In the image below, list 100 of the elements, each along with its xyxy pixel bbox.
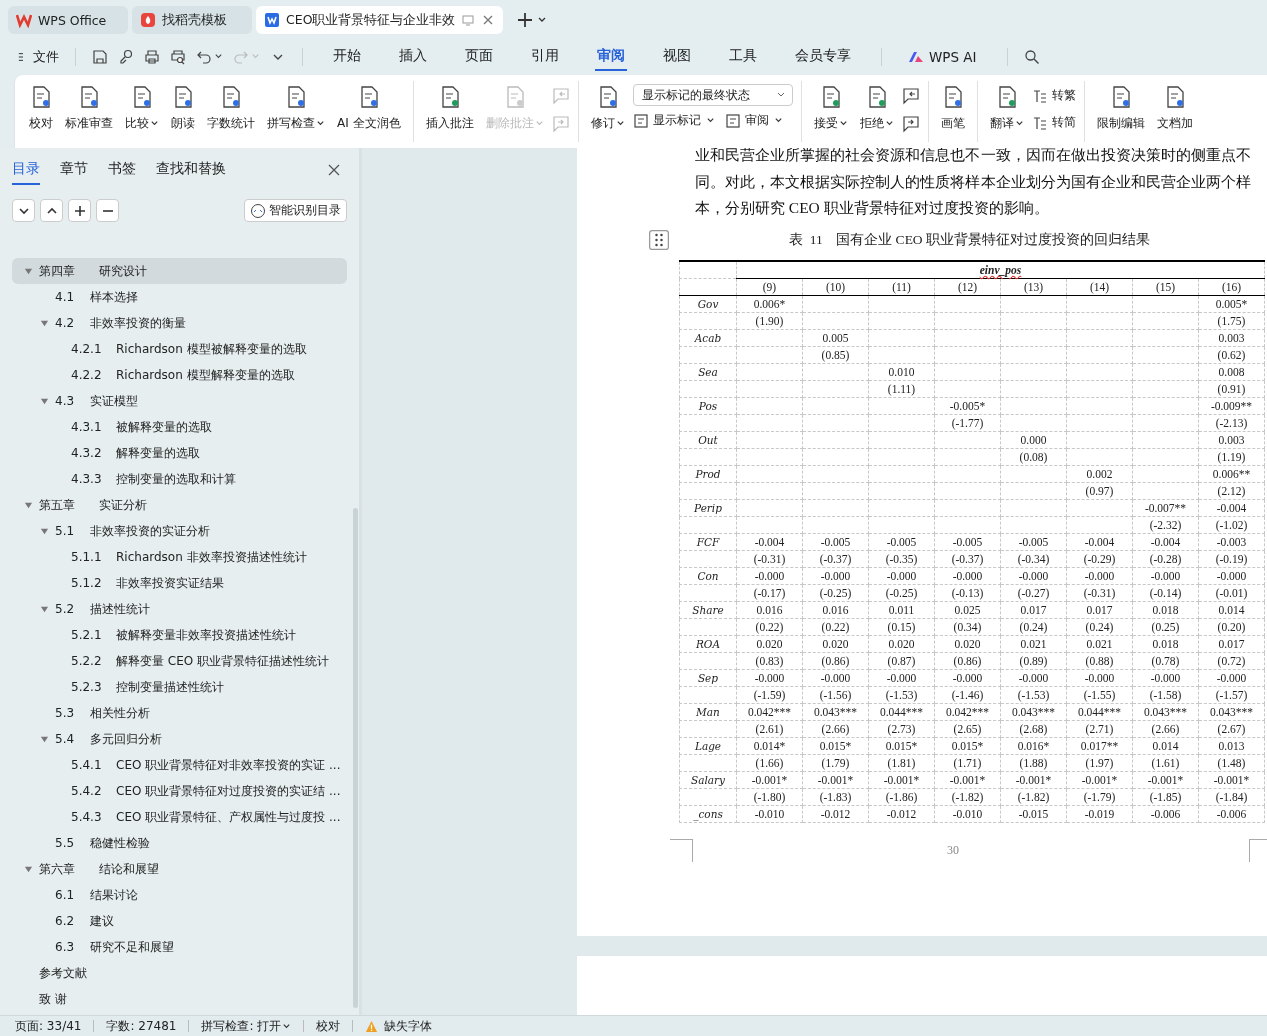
smart-toc-button[interactable]: 智能识别目录 bbox=[244, 199, 347, 222]
toc-item[interactable]: 第六章 结论和展望 bbox=[12, 856, 347, 882]
ribbon-button[interactable]: 朗读 bbox=[167, 81, 199, 136]
sidebar-tab[interactable]: 章节 bbox=[60, 160, 88, 185]
menu-tab[interactable]: 开始 bbox=[331, 42, 363, 71]
ribbon-button[interactable]: 限制编辑 bbox=[1092, 81, 1149, 136]
add-button[interactable] bbox=[68, 199, 91, 222]
previous-comment-icon[interactable] bbox=[901, 87, 920, 105]
toc-item[interactable]: 第四章 研究设计 bbox=[12, 258, 347, 284]
ribbon-button[interactable]: 修订 bbox=[586, 81, 629, 136]
menu-tab[interactable]: 工具 bbox=[727, 42, 759, 71]
scrollbar[interactable] bbox=[353, 508, 358, 1008]
toc-item[interactable]: 4.2.1 Richardson 模型被解释变量的选取 bbox=[12, 336, 347, 362]
toc-item[interactable]: 4.1 样本选择 bbox=[12, 284, 347, 310]
toc-item[interactable]: 4.3.3 控制变量的选取和计算 bbox=[12, 466, 347, 492]
ai-button[interactable]: WPS AI bbox=[908, 48, 977, 65]
toc-item[interactable]: 5.1.2 非效率投资实证结果 bbox=[12, 570, 347, 596]
caret-icon[interactable] bbox=[214, 52, 223, 61]
ribbon-button[interactable]: 显示标记 bbox=[632, 112, 715, 129]
remove-button[interactable] bbox=[96, 199, 119, 222]
ribbon-button[interactable]: 拒绝 bbox=[855, 81, 898, 136]
next-comment-icon[interactable] bbox=[901, 115, 920, 133]
expand-toggle-icon[interactable] bbox=[24, 864, 33, 874]
toc-item[interactable]: 5.2.3 控制变量描述性统计 bbox=[12, 674, 347, 700]
ribbon-button[interactable]: 比较 bbox=[121, 81, 163, 136]
ribbon-button[interactable]: 画笔 bbox=[936, 81, 969, 136]
table-cell: (0.34) bbox=[934, 618, 1001, 635]
search-icon[interactable] bbox=[1023, 48, 1040, 65]
ribbon-button[interactable]: 审阅 bbox=[724, 112, 783, 129]
file-menu[interactable]: 文件 bbox=[18, 47, 59, 66]
browser-tab[interactable]: WPS Office bbox=[8, 6, 128, 34]
toc-item[interactable]: 5.4.1 CEO 职业背景特征对非效率投资的实证 ... bbox=[12, 752, 347, 778]
expand-toggle-icon[interactable] bbox=[40, 318, 49, 328]
toc-item[interactable]: 5.5 稳健性检验 bbox=[12, 830, 347, 856]
menu-tab[interactable]: 引用 bbox=[529, 42, 561, 71]
table-handle-icon[interactable] bbox=[649, 229, 669, 250]
toc-item[interactable]: 5.2 描述性统计 bbox=[12, 596, 347, 622]
table-cell: (2.66) bbox=[802, 720, 869, 737]
word-count[interactable]: 字数: 27481 bbox=[106, 1017, 177, 1035]
proofread-button[interactable]: 校对 bbox=[316, 1017, 341, 1035]
toc-item[interactable]: 4.2 非效率投资的衡量 bbox=[12, 310, 347, 336]
toc-item[interactable]: 5.4 多元回归分析 bbox=[12, 726, 347, 752]
menu-tab[interactable]: 插入 bbox=[397, 42, 429, 71]
toc-item[interactable]: 6.1 结果讨论 bbox=[12, 882, 347, 908]
close-icon[interactable] bbox=[327, 162, 341, 177]
menu-tab[interactable]: 视图 bbox=[661, 42, 693, 71]
ribbon-button[interactable]: 转繁 bbox=[1031, 87, 1076, 104]
toc-item[interactable]: 5.2.1 被解释变量非效率投资描述性统计 bbox=[12, 622, 347, 648]
ribbon-button[interactable]: 转简 bbox=[1031, 114, 1076, 131]
page-count[interactable]: 页面: 33/41 bbox=[15, 1017, 82, 1035]
missing-fonts-button[interactable]: 缺失字体 bbox=[384, 1017, 433, 1035]
sidebar-tab[interactable]: 查找和替换 bbox=[156, 160, 226, 185]
markup-select[interactable]: 显示标记的最终状态 bbox=[632, 84, 793, 106]
sidebar-tab[interactable]: 书签 bbox=[108, 160, 136, 185]
expand-button[interactable] bbox=[40, 199, 63, 222]
ribbon-button[interactable]: 校对 bbox=[25, 81, 57, 136]
toc-item[interactable]: 4.3.2 解释变量的选取 bbox=[12, 440, 347, 466]
expand-toggle-icon[interactable] bbox=[24, 500, 33, 510]
toc-item[interactable]: 5.1 非效率投资的实证分析 bbox=[12, 518, 347, 544]
toc-item[interactable]: 6.3 研究不足和展望 bbox=[12, 934, 347, 960]
menu-tab[interactable]: 会员专享 bbox=[793, 42, 853, 71]
menu-tab[interactable]: 审阅 bbox=[595, 42, 627, 71]
expand-toggle-icon[interactable] bbox=[40, 604, 49, 614]
print-icon[interactable] bbox=[144, 48, 160, 65]
expand-toggle-icon[interactable] bbox=[24, 266, 33, 276]
save-icon[interactable] bbox=[92, 48, 108, 65]
toc-item[interactable]: 参考文献 bbox=[12, 960, 347, 986]
expand-toggle-icon[interactable] bbox=[40, 526, 49, 536]
table-cell: (2.68) bbox=[1000, 720, 1067, 737]
ribbon-button[interactable]: AI 全文润色 bbox=[333, 81, 405, 136]
browser-tab[interactable]: 找稻壳模板 bbox=[132, 6, 252, 34]
ribbon-button[interactable]: 接受 bbox=[809, 81, 852, 136]
toc-item[interactable]: 4.3 实证模型 bbox=[12, 388, 347, 414]
sidebar-tab[interactable]: 目录 bbox=[12, 160, 40, 185]
ribbon-button[interactable]: 标准审查 bbox=[61, 81, 117, 136]
toc-item[interactable]: 5.4.3 CEO 职业背景特征、产权属性与过度投 ... bbox=[12, 804, 347, 830]
ribbon-button[interactable]: 拼写检查 bbox=[263, 81, 329, 136]
table-cell: -0.015 bbox=[1000, 805, 1067, 822]
expand-toggle-icon[interactable] bbox=[40, 734, 49, 744]
table-cell: (-1.56) bbox=[802, 686, 869, 703]
ribbon-button[interactable]: 翻译 bbox=[985, 81, 1028, 136]
toc-item[interactable]: 5.1.1 Richardson 非效率投资描述性统计 bbox=[12, 544, 347, 570]
toc-item[interactable]: 第五章 实证分析 bbox=[12, 492, 347, 518]
toc-item[interactable]: 6.2 建议 bbox=[12, 908, 347, 934]
expand-toggle-icon[interactable] bbox=[40, 396, 49, 406]
toc-item[interactable]: 5.4.2 CEO 职业背景特征对过度投资的实证结 ... bbox=[12, 778, 347, 804]
collapse-button[interactable] bbox=[12, 199, 35, 222]
print-preview-icon[interactable] bbox=[170, 48, 186, 65]
toc-item[interactable]: 致 谢 bbox=[12, 986, 347, 1012]
new-tab-icon[interactable] bbox=[517, 12, 534, 28]
toc-item[interactable]: 4.3.1 被解释变量的选取 bbox=[12, 414, 347, 440]
menu-tab[interactable]: 页面 bbox=[463, 42, 495, 71]
ribbon-button[interactable]: 插入批注 bbox=[421, 81, 478, 136]
ribbon-button[interactable]: 字数统计 bbox=[203, 81, 259, 136]
toc-item[interactable]: 5.3 相关性分析 bbox=[12, 700, 347, 726]
spell-check-button[interactable]: 拼写检查: 打开 bbox=[201, 1017, 292, 1035]
toc-item[interactable]: 5.2.2 解释变量 CEO 职业背景特征描述性统计 bbox=[12, 648, 347, 674]
browser-tab[interactable]: CEO职业背景特征与企业非效 bbox=[256, 6, 504, 34]
ribbon-button[interactable]: 文档加 bbox=[1152, 81, 1197, 136]
toc-item[interactable]: 4.2.2 Richardson 模型解释变量的选取 bbox=[12, 362, 347, 388]
